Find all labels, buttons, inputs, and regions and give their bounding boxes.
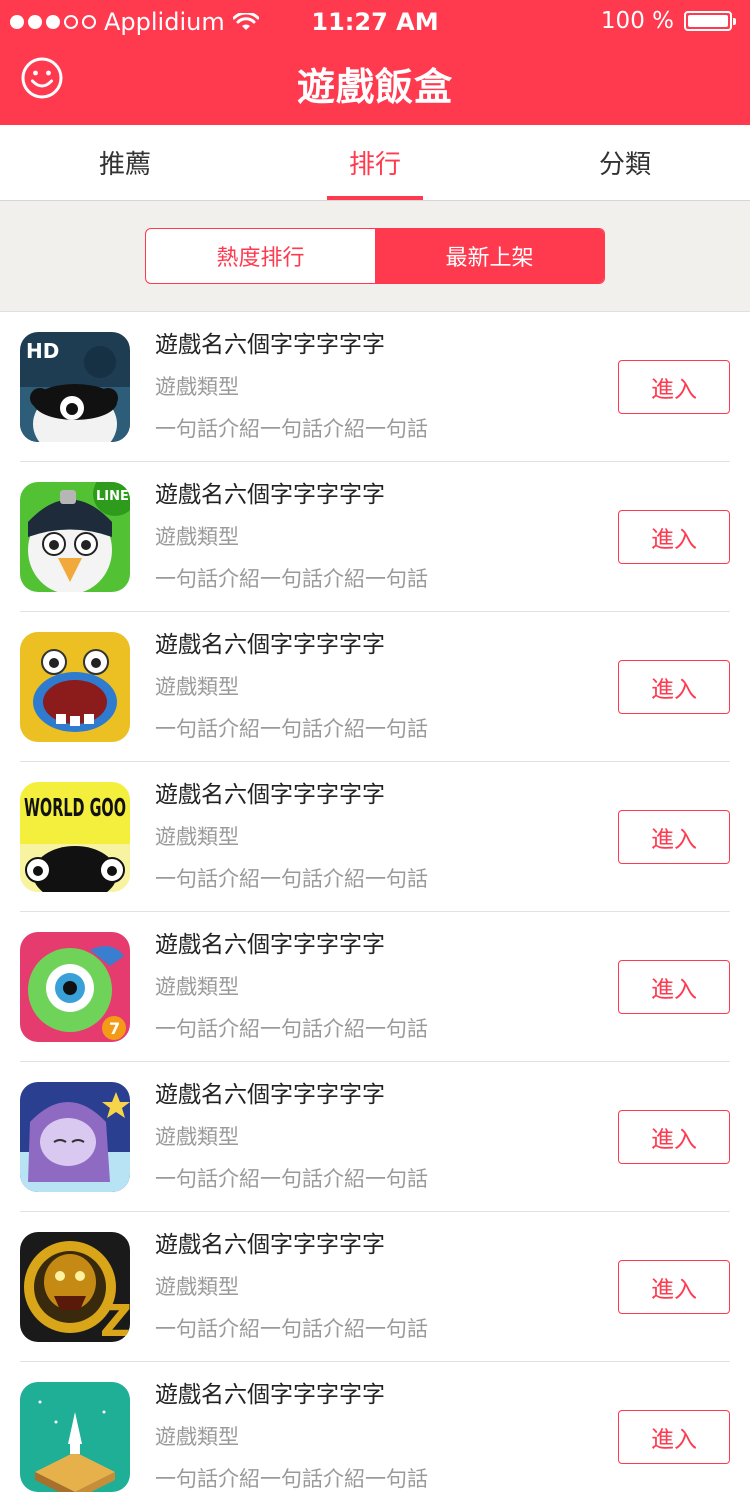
active-tab-indicator (327, 196, 423, 200)
enter-button[interactable]: 進入 (618, 1260, 730, 1314)
game-description: 一句話介紹一句話介紹一句話 (155, 717, 428, 741)
game-genre: 遊戲類型 (155, 975, 239, 999)
game-icon[interactable] (20, 1382, 130, 1492)
game-info: 遊戲名六個字字字字字 遊戲類型 一句話介紹一句話介紹一句話 (155, 1078, 428, 1194)
game-genre: 遊戲類型 (155, 1275, 239, 1299)
game-name: 遊戲名六個字字字字字 (155, 932, 385, 958)
game-name: 遊戲名六個字字字字字 (155, 782, 385, 808)
game-description: 一句話介紹一句話介紹一句話 (155, 867, 428, 891)
game-name: 遊戲名六個字字字字字 (155, 1382, 385, 1408)
segmented-control: 熱度排行 最新上架 (145, 228, 605, 284)
battery-percentage: 100 % (600, 8, 674, 34)
tab-categories[interactable]: 分類 (500, 125, 750, 200)
tab-bar: 推薦 排行 分類 (0, 125, 750, 201)
nav-bar: 遊戲飯盒 (0, 44, 750, 125)
game-genre: 遊戲類型 (155, 525, 239, 549)
game-info: 遊戲名六個字字字字字 遊戲類型 一句話介紹一句話介紹一句話 (155, 328, 428, 444)
game-info: 遊戲名六個字字字字字 遊戲類型 一句話介紹一句話介紹一句話 (155, 628, 428, 744)
game-icon[interactable]: Z (20, 1232, 130, 1342)
game-description: 一句話介紹一句話介紹一句話 (155, 1317, 428, 1341)
segment-newest[interactable]: 最新上架 (375, 229, 604, 283)
game-genre: 遊戲類型 (155, 675, 239, 699)
game-icon[interactable] (20, 632, 130, 742)
game-info: 遊戲名六個字字字字字 遊戲類型 一句話介紹一句話介紹一句話 (155, 1378, 428, 1494)
tab-label: 排行 (348, 150, 401, 180)
list-item: WORLD GOO 遊戲名六個字字字字字 遊戲類型 一句話介紹一句話介紹一句話 … (0, 762, 750, 912)
status-bar: Applidium 11:27 AM 100 % (0, 0, 750, 44)
game-list: HD 遊戲名六個字字字字字 遊戲類型 一句話介紹一句話介紹一句話 進入 LINE (0, 312, 750, 1512)
game-name: 遊戲名六個字字字字字 (155, 482, 385, 508)
tab-label: 推薦 (98, 150, 151, 180)
game-icon-label: LINE (96, 489, 129, 504)
list-item: Z 遊戲名六個字字字字字 遊戲類型 一句話介紹一句話介紹一句話 進入 (0, 1212, 750, 1362)
list-item: 遊戲名六個字字字字字 遊戲類型 一句話介紹一句話介紹一句話 進入 (0, 1362, 750, 1512)
game-name: 遊戲名六個字字字字字 (155, 1082, 385, 1108)
game-icon-label: Z (100, 1296, 130, 1342)
enter-button[interactable]: 進入 (618, 1410, 730, 1464)
enter-button[interactable]: 進入 (618, 1110, 730, 1164)
game-name: 遊戲名六個字字字字字 (155, 1232, 385, 1258)
game-info: 遊戲名六個字字字字字 遊戲類型 一句話介紹一句話介紹一句話 (155, 928, 428, 1044)
app-header: Applidium 11:27 AM 100 % 遊戲飯盒 (0, 0, 750, 125)
game-icon[interactable]: HD (20, 332, 130, 442)
game-name: 遊戲名六個字字字字字 (155, 632, 385, 658)
enter-button[interactable]: 進入 (618, 360, 730, 414)
list-item: LINE 遊戲名六個字字字字字 遊戲類型 一句話介紹一句話介紹一句話 進入 (0, 462, 750, 612)
segment-popular[interactable]: 熱度排行 (146, 229, 375, 283)
game-info: 遊戲名六個字字字字字 遊戲類型 一句話介紹一句話介紹一句話 (155, 778, 428, 894)
game-icon-label: 7 (109, 1019, 120, 1038)
game-description: 一句話介紹一句話介紹一句話 (155, 1167, 428, 1191)
page-title: 遊戲飯盒 (296, 65, 453, 109)
game-icon-label: WORLD GOO (24, 793, 126, 822)
game-info: 遊戲名六個字字字字字 遊戲類型 一句話介紹一句話介紹一句話 (155, 478, 428, 594)
game-name: 遊戲名六個字字字字字 (155, 332, 385, 358)
status-right: 100 % (600, 8, 736, 34)
game-description: 一句話介紹一句話介紹一句話 (155, 417, 428, 441)
enter-button[interactable]: 進入 (618, 810, 730, 864)
enter-button[interactable]: 進入 (618, 960, 730, 1014)
enter-button[interactable]: 進入 (618, 660, 730, 714)
game-description: 一句話介紹一句話介紹一句話 (155, 1467, 428, 1491)
tab-label: 分類 (598, 150, 651, 180)
segment-area: 熱度排行 最新上架 (0, 201, 750, 312)
battery-icon (684, 11, 736, 31)
game-genre: 遊戲類型 (155, 1425, 239, 1449)
tab-recommended[interactable]: 推薦 (0, 125, 250, 200)
list-item: 7 遊戲名六個字字字字字 遊戲類型 一句話介紹一句話介紹一句話 進入 (0, 912, 750, 1062)
game-genre: 遊戲類型 (155, 375, 239, 399)
game-description: 一句話介紹一句話介紹一句話 (155, 567, 428, 591)
tab-ranking[interactable]: 排行 (250, 125, 500, 200)
game-icon[interactable]: LINE (20, 482, 130, 592)
game-icon[interactable]: WORLD GOO (20, 782, 130, 892)
game-icon[interactable] (20, 1082, 130, 1192)
enter-button[interactable]: 進入 (618, 510, 730, 564)
list-item: HD 遊戲名六個字字字字字 遊戲類型 一句話介紹一句話介紹一句話 進入 (0, 312, 750, 462)
game-icon-label: HD (26, 339, 59, 363)
game-description: 一句話介紹一句話介紹一句話 (155, 1017, 428, 1041)
list-item: 遊戲名六個字字字字字 遊戲類型 一句話介紹一句話介紹一句話 進入 (0, 612, 750, 762)
game-icon[interactable]: 7 (20, 932, 130, 1042)
list-item: 遊戲名六個字字字字字 遊戲類型 一句話介紹一句話介紹一句話 進入 (0, 1062, 750, 1212)
game-info: 遊戲名六個字字字字字 遊戲類型 一句話介紹一句話介紹一句話 (155, 1228, 428, 1344)
game-genre: 遊戲類型 (155, 825, 239, 849)
game-genre: 遊戲類型 (155, 1125, 239, 1149)
